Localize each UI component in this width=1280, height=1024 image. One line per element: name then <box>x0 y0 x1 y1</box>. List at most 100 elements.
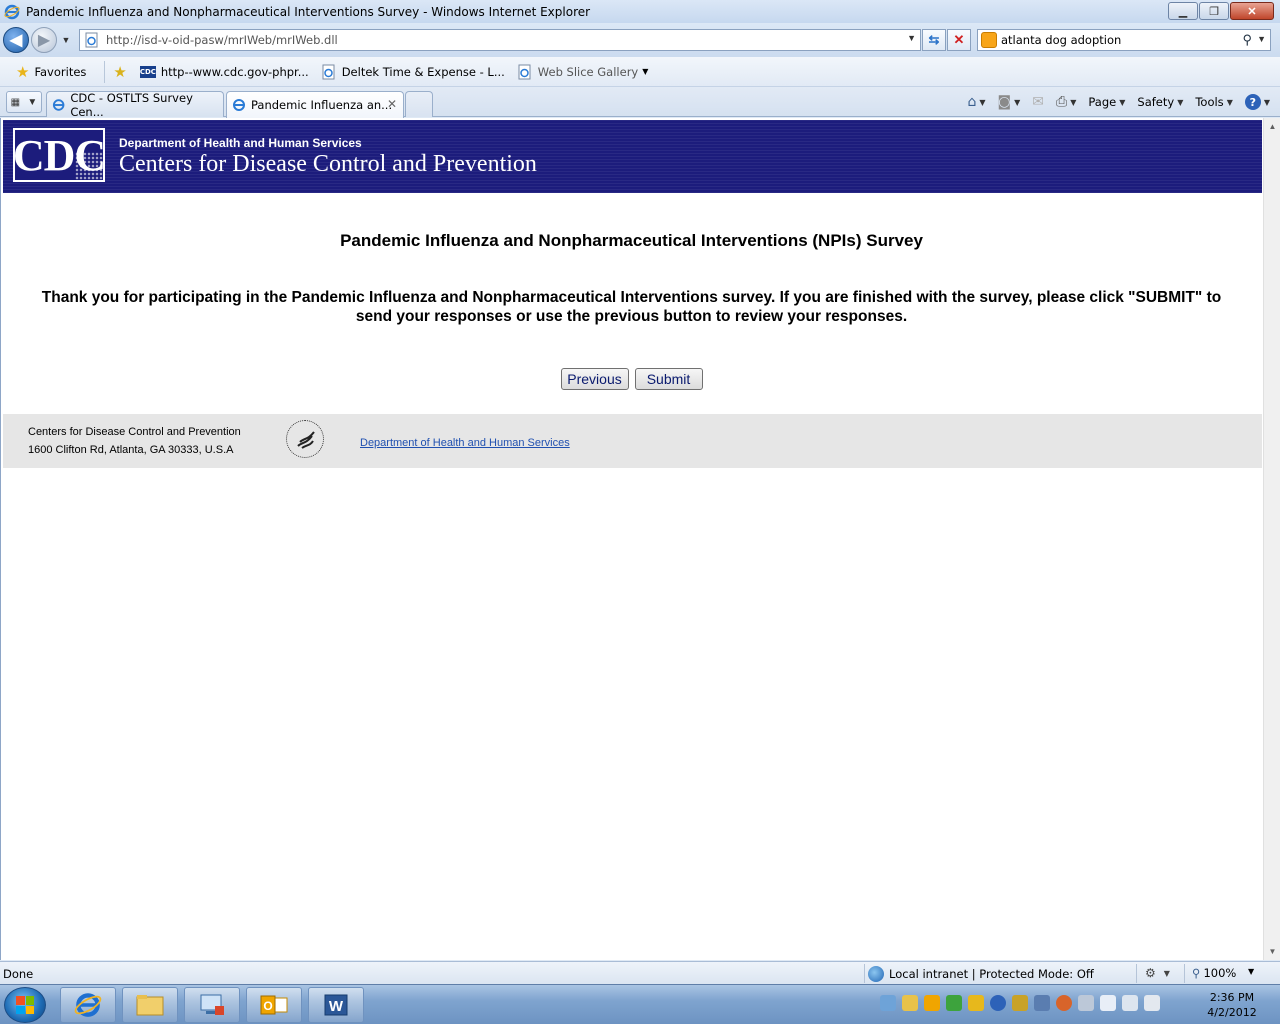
favorite-link-label: Web Slice Gallery <box>537 64 639 79</box>
tray-outlook-icon[interactable] <box>924 995 940 1011</box>
zoom-dropdown-icon[interactable]: ▼ <box>1248 967 1254 976</box>
windows-logo-icon <box>16 996 34 1014</box>
close-window-button[interactable]: ✕ <box>1230 2 1274 20</box>
tray-shield-icon[interactable] <box>968 995 984 1011</box>
print-button[interactable]: ⎙ ▼ <box>1056 94 1076 110</box>
page-menu-label: Page <box>1088 95 1117 109</box>
tray-chat-icon[interactable] <box>1056 995 1072 1011</box>
stop-button[interactable]: ✕ <box>947 29 971 51</box>
tray-mail-icon[interactable] <box>902 995 918 1011</box>
ie-page-icon <box>85 32 98 48</box>
system-clock[interactable]: 2:36 PM 4/2/2012 <box>1200 990 1264 1020</box>
scroll-up-arrow[interactable]: ▲ <box>1264 118 1280 135</box>
window-title: Pandemic Influenza and Nonpharmaceutical… <box>26 4 591 19</box>
tray-display-icon[interactable] <box>1122 995 1138 1011</box>
security-zone[interactable]: Local intranet | Protected Mode: Off <box>868 966 1094 982</box>
tab-bar: ▦ ▼ CDC - OSTLTS Survey Cen... Pandemic I… <box>0 87 1280 119</box>
cdc-logo-dots <box>75 152 105 182</box>
rss-feed-icon: ◙ <box>997 94 1012 110</box>
cdc-logo[interactable]: CDC <box>13 128 106 182</box>
address-url[interactable]: http://isd-v-oid-pasw/mrIWeb/mrIWeb.dll <box>106 33 338 47</box>
window-title-bar[interactable]: Pandemic Influenza and Nonpharmaceutical… <box>0 0 1280 23</box>
cdc-icon: CDC <box>139 65 156 78</box>
search-input[interactable] <box>1001 33 1241 47</box>
footer-org-name: Centers for Disease Control and Preventi… <box>28 426 241 438</box>
status-text: Done <box>3 967 34 981</box>
address-bar[interactable]: http://isd-v-oid-pasw/mrIWeb/mrIWeb.dll … <box>79 29 921 51</box>
favorites-star-icon: ★ <box>16 62 30 81</box>
quick-tabs-button[interactable]: ▦ ▼ <box>6 91 42 113</box>
favorites-button[interactable]: ★ Favorites <box>16 63 86 81</box>
taskbar-word[interactable]: W <box>308 987 364 1023</box>
survey-completion-message: Thank you for participating in the Pande… <box>41 289 1222 325</box>
address-dropdown-icon[interactable]: ▼ <box>907 33 916 43</box>
taskbar-windows-explorer[interactable] <box>122 987 178 1023</box>
minimize-button[interactable]: ▁ <box>1168 2 1198 20</box>
tray-app-icon[interactable] <box>880 995 896 1011</box>
tab-cdc-ostlts[interactable]: CDC - OSTLTS Survey Cen... <box>46 91 224 119</box>
chevron-down-icon[interactable]: ▼ <box>979 98 985 107</box>
vertical-scrollbar[interactable]: ▲ ▼ <box>1263 118 1280 960</box>
tray-lock-icon[interactable] <box>1012 995 1028 1011</box>
clock-time: 2:36 PM <box>1209 991 1255 1004</box>
tray-security-icon[interactable] <box>946 995 962 1011</box>
tab-list-dropdown-icon[interactable]: ▼ <box>27 97 37 108</box>
previous-button[interactable]: Previous <box>560 368 629 390</box>
protected-mode-button[interactable]: ⚙ ▼ <box>1145 966 1170 980</box>
start-button[interactable] <box>4 987 46 1023</box>
refresh-button[interactable]: ⇆ <box>922 29 946 51</box>
submit-button[interactable]: Submit <box>634 368 703 390</box>
tray-bluetooth-icon[interactable] <box>990 995 1006 1011</box>
tools-menu[interactable]: Tools ▼ <box>1195 95 1233 109</box>
feeds-button[interactable]: ◙ ▼ <box>998 94 1021 110</box>
ie-page-icon <box>52 98 65 111</box>
tray-network-icon[interactable] <box>1034 995 1050 1011</box>
close-tab-icon[interactable]: ✕ <box>387 97 397 111</box>
taskbar-internet-explorer[interactable] <box>60 987 116 1023</box>
safety-menu[interactable]: Safety ▼ <box>1137 95 1183 109</box>
tray-power-icon[interactable] <box>1100 995 1116 1011</box>
hhs-seal-icon <box>286 420 324 458</box>
page-menu[interactable]: Page ▼ <box>1088 95 1125 109</box>
security-zone-label: Local intranet | Protected Mode: Off <box>889 967 1094 981</box>
forward-button[interactable]: ▶ <box>31 27 57 53</box>
hhs-link[interactable]: Department of Health and Human Services <box>360 437 570 449</box>
cdc-header-banner: CDC Department of Health and Human Servi… <box>3 120 1262 193</box>
zoom-level: 100% <box>1203 966 1237 980</box>
back-button[interactable]: ◀ <box>3 27 29 53</box>
mail-icon: ✉ <box>1032 94 1045 110</box>
help-menu[interactable]: ? ▼ <box>1244 94 1270 110</box>
recent-pages-dropdown[interactable]: ▼ <box>59 35 73 45</box>
svg-text:W: W <box>329 998 344 1015</box>
tab-pandemic-influenza[interactable]: Pandemic Influenza an... ✕ <box>226 91 404 118</box>
taskbar-remote-desktop[interactable] <box>184 987 240 1023</box>
word-icon: W <box>324 994 348 1016</box>
favorite-link-deltek[interactable]: Deltek Time & Expense - L... <box>321 64 505 80</box>
help-icon: ? <box>1244 94 1261 110</box>
add-to-favorites-bar-button[interactable]: ★ <box>113 63 131 81</box>
tray-volume-icon[interactable] <box>1144 995 1160 1011</box>
tray-flag-icon[interactable] <box>1078 995 1094 1011</box>
read-mail-button[interactable]: ✉ <box>1032 94 1044 110</box>
search-icon[interactable]: ⚲ <box>1242 32 1252 48</box>
new-tab-button[interactable] <box>405 91 433 117</box>
add-favorite-star-icon: ★ <box>113 62 127 81</box>
chevron-down-icon[interactable]: ▼ <box>1014 98 1020 107</box>
favorite-link-web-slice-gallery[interactable]: Web Slice Gallery ▼ <box>517 64 649 80</box>
scroll-down-arrow[interactable]: ▼ <box>1264 943 1280 960</box>
chevron-down-icon: ▼ <box>1119 97 1126 107</box>
chevron-down-icon[interactable]: ▼ <box>1070 98 1076 107</box>
taskbar-outlook[interactable]: O <box>246 987 302 1023</box>
home-button[interactable]: ⌂ ▼ <box>968 94 986 110</box>
status-separator <box>1136 964 1137 983</box>
taskbar: O W 2:36 PM 4/2/2012 <box>0 984 1280 1024</box>
search-box[interactable]: ⚲ ▼ <box>977 29 1271 51</box>
quick-tabs-icon: ▦ <box>10 96 21 108</box>
favorite-link-cdc[interactable]: CDC http--www.cdc.gov-phpr... <box>140 65 309 79</box>
zoom-button[interactable]: ⚲ 100% <box>1192 966 1236 980</box>
search-options-dropdown[interactable]: ▼ <box>1257 34 1266 44</box>
maximize-button[interactable]: ❐ <box>1199 2 1229 20</box>
safety-menu-label: Safety <box>1137 95 1175 109</box>
ie-page-icon <box>518 64 531 79</box>
chevron-down-icon: ▼ <box>642 67 649 76</box>
